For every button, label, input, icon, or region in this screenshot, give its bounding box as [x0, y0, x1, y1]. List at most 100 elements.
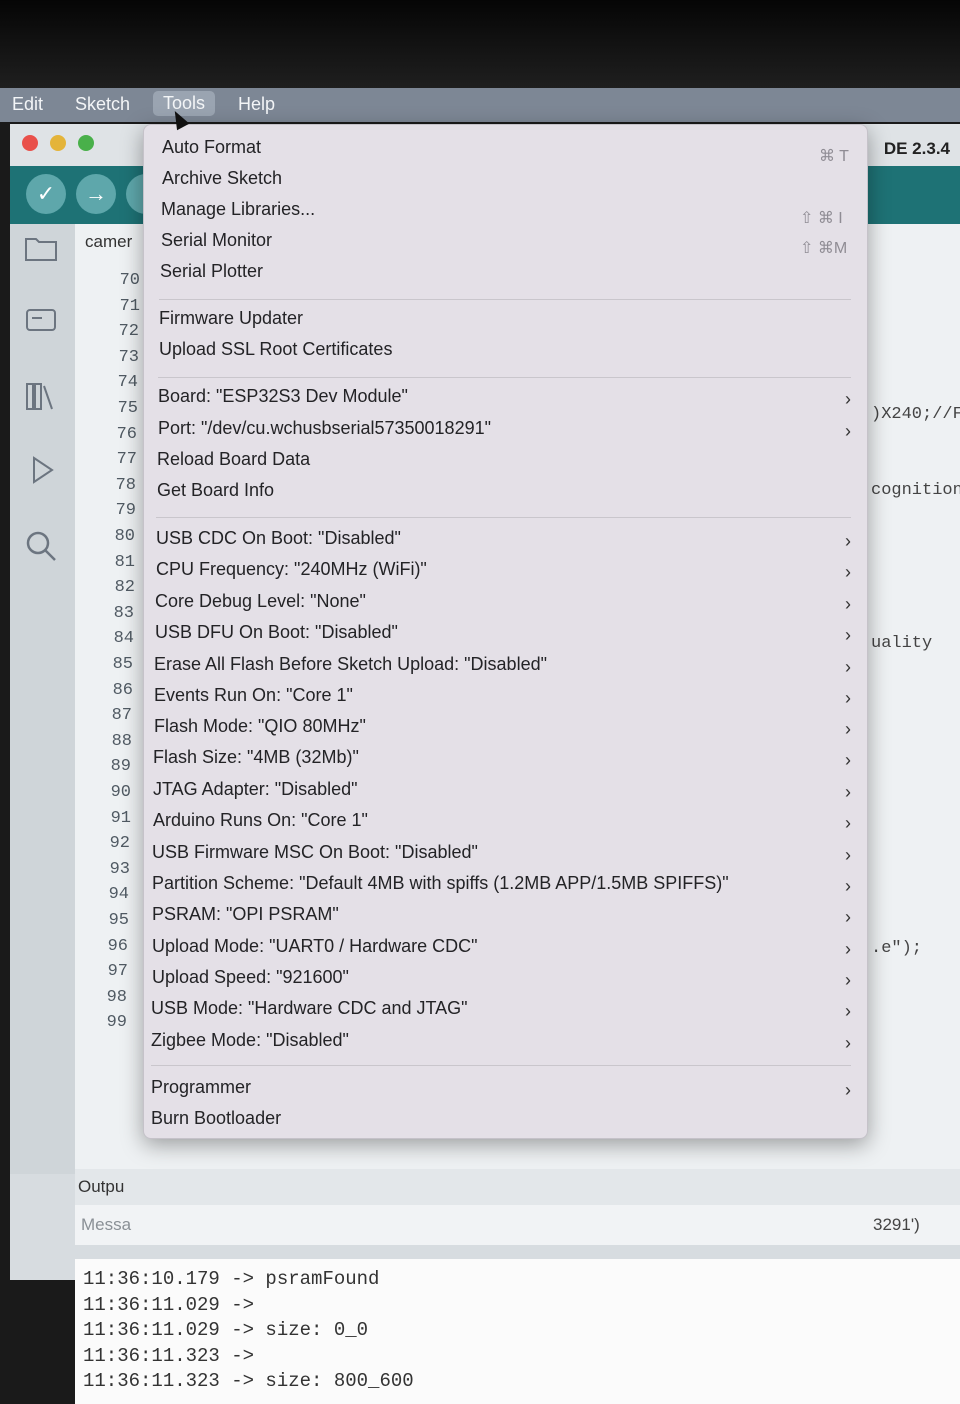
checkmark-icon: ✓: [36, 181, 56, 206]
file-tab[interactable]: camer: [85, 232, 132, 252]
chevron-right-icon: ›: [845, 907, 851, 927]
menu-item-psram[interactable]: PSRAM: "OPI PSRAM": [152, 904, 339, 925]
menu-item-serial-plotter[interactable]: Serial Plotter: [160, 261, 263, 282]
menu-separator: [156, 517, 851, 518]
shortcut-manage-libraries: ⇧ ⌘ I: [800, 210, 843, 227]
menu-item-arduino-runs-on[interactable]: Arduino Runs On: "Core 1": [153, 810, 368, 831]
zoom-window-button[interactable]: [78, 135, 94, 151]
line-number: 93: [109, 859, 130, 879]
line-number: 99: [106, 1013, 127, 1033]
console-line: 11:36:11.029 -> size: 0_0: [83, 1319, 369, 1341]
menu-item-programmer[interactable]: Programmer: [151, 1077, 251, 1098]
menu-sketch[interactable]: Sketch: [75, 94, 130, 115]
chevron-right-icon: ›: [845, 719, 851, 739]
line-number: 84: [113, 629, 134, 649]
line-number: 81: [114, 552, 135, 572]
line-number: 83: [113, 603, 134, 623]
chevron-right-icon: ›: [845, 562, 851, 582]
menu-item-usb-firmware-msc[interactable]: USB Firmware MSC On Boot: "Disabled": [152, 842, 478, 863]
menu-edit[interactable]: Edit: [12, 94, 43, 115]
menu-item-reload-board-data[interactable]: Reload Board Data: [157, 449, 310, 470]
chevron-right-icon: ›: [845, 594, 851, 614]
menu-item-usb-mode[interactable]: USB Mode: "Hardware CDC and JTAG": [151, 998, 468, 1019]
close-window-button[interactable]: [22, 135, 38, 151]
menu-item-core-debug-level[interactable]: Core Debug Level: "None": [155, 591, 366, 612]
code-fragment: )X240;//FF: [871, 405, 960, 424]
console-line: 11:36:11.323 ->: [83, 1345, 255, 1367]
menu-item-jtag-adapter[interactable]: JTAG Adapter: "Disabled": [153, 779, 358, 800]
menu-item-upload-ssl[interactable]: Upload SSL Root Certificates: [159, 339, 392, 360]
line-number: 74: [117, 373, 138, 393]
menu-item-get-board-info[interactable]: Get Board Info: [157, 480, 274, 501]
search-icon[interactable]: [22, 529, 60, 567]
code-fragment: cognition: [871, 481, 960, 500]
menu-item-port[interactable]: Port: "/dev/cu.wchusbserial57350018291": [158, 418, 491, 439]
line-number: 94: [108, 885, 129, 905]
board-manager-icon[interactable]: [22, 306, 60, 344]
menu-separator: [159, 299, 851, 300]
line-number: 91: [110, 808, 131, 828]
line-number: 96: [107, 936, 128, 956]
line-number: 72: [118, 322, 139, 342]
chevron-right-icon: ›: [845, 688, 851, 708]
menu-item-zigbee-mode[interactable]: Zigbee Mode: "Disabled": [151, 1030, 349, 1051]
chevron-right-icon: ›: [845, 970, 851, 990]
line-number: 97: [107, 962, 128, 982]
menu-item-serial-monitor[interactable]: Serial Monitor: [161, 230, 272, 251]
minimize-window-button[interactable]: [50, 135, 66, 151]
chevron-right-icon: ›: [845, 813, 851, 833]
debug-icon[interactable]: [22, 454, 60, 492]
menu-item-firmware-updater[interactable]: Firmware Updater: [159, 308, 303, 329]
menu-item-events-run-on[interactable]: Events Run On: "Core 1": [154, 685, 353, 706]
chevron-right-icon: ›: [845, 876, 851, 896]
menu-separator: [151, 1065, 851, 1066]
message-bar: Messa 3291'): [75, 1205, 960, 1245]
menu-item-cpu-frequency[interactable]: CPU Frequency: "240MHz (WiFi)": [156, 559, 427, 580]
chevron-right-icon: ›: [845, 1033, 851, 1053]
line-number: 70: [119, 271, 140, 290]
menu-item-burn-bootloader[interactable]: Burn Bootloader: [151, 1108, 281, 1129]
menu-item-archive-sketch[interactable]: Archive Sketch: [162, 168, 282, 189]
message-input[interactable]: Messa: [81, 1215, 131, 1235]
menu-item-board[interactable]: Board: "ESP32S3 Dev Module": [158, 386, 408, 407]
library-manager-icon[interactable]: [22, 379, 60, 417]
chevron-right-icon: ›: [845, 531, 851, 551]
line-number: 85: [112, 655, 133, 674]
chevron-right-icon: ›: [845, 845, 851, 865]
line-number: 75: [117, 399, 138, 418]
folder-icon[interactable]: [22, 234, 60, 272]
console-line: 11:36:11.323 -> size: 800_600: [83, 1370, 414, 1392]
chevron-right-icon: ›: [845, 939, 851, 959]
chevron-right-icon: ›: [845, 782, 851, 802]
menu-help[interactable]: Help: [238, 94, 275, 115]
menu-tools[interactable]: Tools: [153, 91, 216, 116]
chevron-right-icon: ›: [845, 389, 851, 409]
menu-item-auto-format[interactable]: Auto Format: [162, 137, 261, 158]
output-tab[interactable]: Outpu: [78, 1177, 124, 1197]
menu-item-flash-size[interactable]: Flash Size: "4MB (32Mb)": [153, 747, 359, 768]
console-line: 11:36:10.179 -> psramFound: [83, 1268, 380, 1290]
code-fragment: .e");: [871, 939, 923, 958]
chevron-right-icon: ›: [845, 657, 851, 677]
chevron-right-icon: ›: [845, 421, 851, 441]
line-number: 73: [118, 347, 139, 367]
shortcut-auto-format: ⌘ T: [819, 148, 849, 165]
line-number: 87: [111, 706, 132, 726]
chevron-right-icon: ›: [845, 625, 851, 645]
shortcut-serial-monitor: ⇧ ⌘M: [800, 240, 848, 257]
line-number: 80: [114, 527, 135, 546]
menu-item-usb-cdc-on-boot[interactable]: USB CDC On Boot: "Disabled": [156, 528, 401, 549]
line-number: 79: [115, 501, 136, 521]
menu-item-flash-mode[interactable]: Flash Mode: "QIO 80MHz": [154, 716, 366, 737]
menu-item-erase-all-flash[interactable]: Erase All Flash Before Sketch Upload: "D…: [154, 654, 547, 675]
menu-item-upload-mode[interactable]: Upload Mode: "UART0 / Hardware CDC": [152, 936, 478, 957]
menu-item-manage-libraries[interactable]: Manage Libraries...: [161, 199, 315, 220]
chevron-right-icon: ›: [845, 1080, 851, 1100]
serial-console: 11:36:10.179 -> psramFound 11:36:11.029 …: [75, 1259, 960, 1404]
menu-item-upload-speed[interactable]: Upload Speed: "921600": [152, 967, 349, 988]
menu-item-usb-dfu-on-boot[interactable]: USB DFU On Boot: "Disabled": [155, 622, 398, 643]
upload-button[interactable]: →: [76, 174, 116, 214]
verify-button[interactable]: ✓: [26, 174, 66, 214]
menu-item-partition-scheme[interactable]: Partition Scheme: "Default 4MB with spif…: [152, 873, 729, 894]
line-number: 78: [115, 475, 136, 495]
